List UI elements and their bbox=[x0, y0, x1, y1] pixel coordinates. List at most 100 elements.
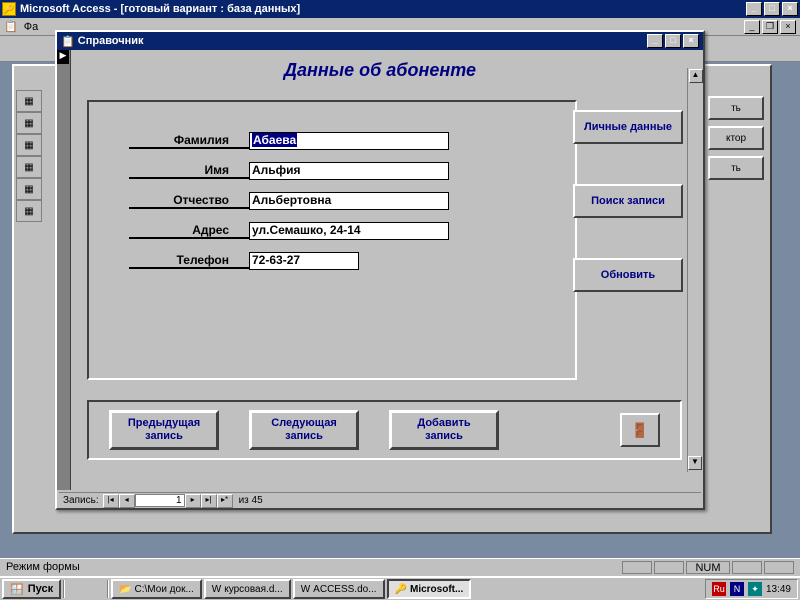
input-phone[interactable]: 72-63-27 bbox=[249, 252, 359, 270]
row-phone: Телефон 72-63-27 bbox=[99, 252, 565, 270]
form-heading: Данные об абоненте bbox=[57, 50, 703, 87]
refresh-button[interactable]: Обновить bbox=[573, 258, 683, 292]
db-tab-reports-icon[interactable]: ▦ bbox=[16, 156, 42, 178]
taskbar-item-folder[interactable]: 📂 С:\Мои док... bbox=[111, 579, 202, 599]
vertical-scrollbar[interactable]: ▲ ▼ bbox=[687, 68, 703, 472]
toolbar-new-icon[interactable] bbox=[4, 38, 26, 60]
record-number-input[interactable] bbox=[135, 494, 185, 507]
app-titlebar[interactable]: 🔑 Microsoft Access - [готовый вариант : … bbox=[0, 0, 800, 18]
status-blank2 bbox=[654, 561, 684, 574]
child-restore-button[interactable]: ❐ bbox=[762, 20, 778, 34]
quicklaunch-icon[interactable] bbox=[67, 580, 85, 598]
taskbar-separator bbox=[63, 580, 65, 598]
form-body: ▶ Данные об абоненте Фамилия Абаева Имя … bbox=[57, 50, 703, 490]
close-button[interactable]: × bbox=[782, 2, 798, 16]
db-tab-tables-icon[interactable]: ▦ bbox=[16, 90, 42, 112]
input-name[interactable]: Альфия bbox=[249, 162, 449, 180]
taskbar-item-word2[interactable]: W ACCESS.do... bbox=[293, 579, 385, 599]
db-tab-queries-icon[interactable]: ▦ bbox=[16, 112, 42, 134]
input-surname[interactable]: Абаева bbox=[249, 132, 449, 150]
record-total: из 45 bbox=[233, 495, 269, 506]
db-tab-forms-icon[interactable]: ▦ bbox=[16, 134, 42, 156]
exit-door-button[interactable]: 🚪 bbox=[620, 413, 660, 447]
label-surname: Фамилия bbox=[129, 133, 249, 149]
db-open-button[interactable]: ть bbox=[708, 96, 764, 120]
label-phone: Телефон bbox=[129, 253, 249, 269]
db-side-buttons: ть ктор ть bbox=[708, 96, 764, 180]
label-name: Имя bbox=[129, 163, 249, 179]
form-window: 📋 Справочник _ □ × ▶ Данные об абоненте … bbox=[55, 30, 705, 510]
tray-icon-2[interactable]: ✦ bbox=[748, 582, 762, 596]
taskbar-separator-2 bbox=[107, 580, 109, 598]
maximize-button[interactable]: □ bbox=[764, 2, 780, 16]
tray-lang-indicator[interactable]: Ru bbox=[712, 582, 726, 596]
record-label: Запись: bbox=[59, 495, 103, 506]
statusbar: Режим формы NUM bbox=[0, 558, 800, 576]
nav-first-button[interactable]: |◂ bbox=[103, 494, 119, 508]
app-title: Microsoft Access - [готовый вариант : ба… bbox=[20, 3, 300, 15]
toolbar-open-icon[interactable] bbox=[28, 38, 50, 60]
system-tray: Ru N ✦ 13:49 bbox=[705, 579, 798, 599]
start-label: Пуск bbox=[28, 583, 53, 595]
word-icon: W bbox=[301, 584, 310, 595]
db-design-button[interactable]: ктор bbox=[708, 126, 764, 150]
row-name: Имя Альфия bbox=[99, 162, 565, 180]
access-key-icon: 🔑 bbox=[2, 2, 16, 16]
nav-last-button[interactable]: ▸| bbox=[201, 494, 217, 508]
minimize-button[interactable]: _ bbox=[746, 2, 762, 16]
form-close-button[interactable]: × bbox=[683, 34, 699, 48]
form-maximize-button[interactable]: □ bbox=[665, 34, 681, 48]
folder-icon: 📂 bbox=[119, 584, 131, 595]
label-patronymic: Отчество bbox=[129, 193, 249, 209]
nav-prev-button[interactable]: ◂ bbox=[119, 494, 135, 508]
db-new-button[interactable]: ть bbox=[708, 156, 764, 180]
taskbar: 🪟 Пуск 📂 С:\Мои док... W курсовая.d... W… bbox=[0, 576, 800, 600]
form-minimize-button[interactable]: _ bbox=[647, 34, 663, 48]
status-num: NUM bbox=[686, 561, 729, 574]
previous-record-button[interactable]: Предыдущая запись bbox=[109, 410, 219, 450]
fields-panel: Фамилия Абаева Имя Альфия Отчество Альбе… bbox=[87, 100, 577, 380]
record-selector[interactable]: ▶ bbox=[57, 50, 71, 490]
taskbar-item-word1[interactable]: W курсовая.d... bbox=[204, 579, 291, 599]
nav-new-button[interactable]: ▸* bbox=[217, 494, 233, 508]
db-tab-modules-icon[interactable]: ▦ bbox=[16, 200, 42, 222]
right-button-panel: Личные данные Поиск записи Обновить bbox=[573, 110, 683, 292]
db-tab-macros-icon[interactable]: ▦ bbox=[16, 178, 42, 200]
form-titlebar[interactable]: 📋 Справочник _ □ × bbox=[57, 32, 703, 50]
bottom-button-panel: Предыдущая запись Следующая запись Добав… bbox=[87, 400, 682, 460]
row-surname: Фамилия Абаева bbox=[99, 132, 565, 150]
db-object-tabs: ▦ ▦ ▦ ▦ ▦ ▦ bbox=[16, 90, 46, 222]
add-record-button[interactable]: Добавить запись bbox=[389, 410, 499, 450]
row-patronymic: Отчество Альбертовна bbox=[99, 192, 565, 210]
access-key-icon: 🔑 bbox=[395, 584, 407, 595]
menu-file-icon[interactable]: 📋 bbox=[4, 20, 18, 33]
row-address: Адрес ул.Семашко, 24-14 bbox=[99, 222, 565, 240]
scroll-down-icon[interactable]: ▼ bbox=[688, 456, 702, 470]
access-main-window: 🔑 Microsoft Access - [готовый вариант : … bbox=[0, 0, 800, 600]
taskbar-item-access[interactable]: 🔑 Microsoft... bbox=[387, 579, 472, 599]
word-icon: W bbox=[212, 584, 221, 595]
status-blank4 bbox=[764, 561, 794, 574]
input-patronymic[interactable]: Альбертовна bbox=[249, 192, 449, 210]
menu-file[interactable]: Фа bbox=[24, 21, 38, 33]
search-record-button[interactable]: Поиск записи bbox=[573, 184, 683, 218]
child-minimize-button[interactable]: _ bbox=[744, 20, 760, 34]
label-address: Адрес bbox=[129, 223, 249, 239]
form-title-text: Справочник bbox=[78, 35, 144, 47]
tray-icon-1[interactable]: N bbox=[730, 582, 744, 596]
status-blank1 bbox=[622, 561, 652, 574]
status-blank3 bbox=[732, 561, 762, 574]
tray-clock[interactable]: 13:49 bbox=[766, 584, 791, 595]
status-mode: Режим формы bbox=[6, 561, 80, 574]
door-exit-icon: 🚪 bbox=[631, 422, 648, 438]
next-record-button[interactable]: Следующая запись bbox=[249, 410, 359, 450]
quicklaunch-icon-2[interactable] bbox=[87, 580, 105, 598]
scroll-up-icon[interactable]: ▲ bbox=[689, 69, 703, 83]
personal-data-button[interactable]: Личные данные bbox=[573, 110, 683, 144]
form-icon: 📋 bbox=[61, 35, 75, 48]
child-close-button[interactable]: × bbox=[780, 20, 796, 34]
input-address[interactable]: ул.Семашко, 24-14 bbox=[249, 222, 449, 240]
nav-next-button[interactable]: ▸ bbox=[185, 494, 201, 508]
start-button[interactable]: 🪟 Пуск bbox=[2, 579, 61, 599]
windows-logo-icon: 🪟 bbox=[10, 583, 24, 596]
